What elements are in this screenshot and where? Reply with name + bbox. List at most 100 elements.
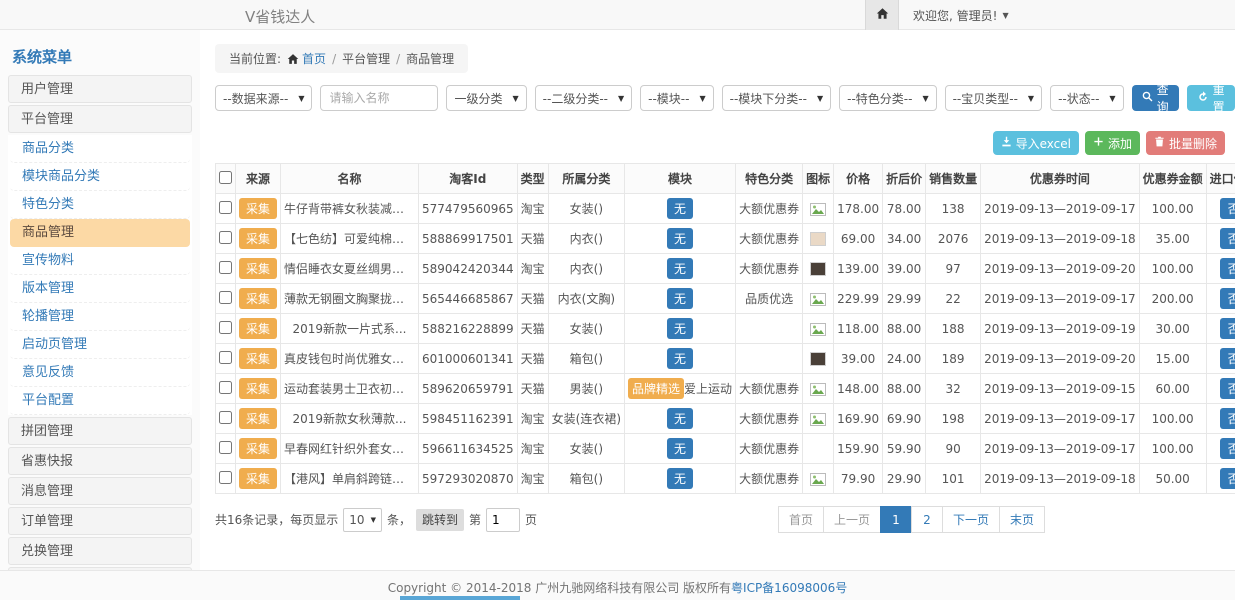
- imported-toggle[interactable]: 否: [1220, 288, 1235, 309]
- jump-button[interactable]: 跳转到: [416, 509, 464, 531]
- imported-toggle[interactable]: 否: [1220, 348, 1235, 369]
- row-checkbox[interactable]: [219, 201, 232, 214]
- icp-link[interactable]: 粤ICP备16098006号: [731, 581, 847, 595]
- product-name: 牛仔背带裤女秋装减龄...: [281, 194, 419, 224]
- sidebar-item-6[interactable]: 宣传物料: [10, 247, 190, 275]
- reset-button[interactable]: 重置: [1187, 85, 1235, 111]
- sidebar-item-15[interactable]: 订单管理: [8, 507, 192, 535]
- level1-category-select[interactable]: 一级分类▼: [446, 85, 526, 111]
- coupon-time: 2019-09-13—2019-09-15: [981, 374, 1139, 404]
- sidebar-item-9[interactable]: 启动页管理: [10, 331, 190, 359]
- sidebar-item-16[interactable]: 兑换管理: [8, 537, 192, 565]
- coupon-amount: 100.00: [1139, 404, 1206, 434]
- select-all-checkbox[interactable]: [219, 171, 232, 184]
- product-category: 女装(): [548, 434, 624, 464]
- sidebar-item-10[interactable]: 意见反馈: [10, 359, 190, 387]
- chevron-down-icon: ▼: [618, 94, 624, 103]
- row-checkbox[interactable]: [219, 351, 232, 364]
- sales-count: 90: [926, 434, 981, 464]
- module-sub-category-select[interactable]: --模块下分类--▼: [722, 85, 831, 111]
- product-category: 内衣(文胸): [548, 284, 624, 314]
- jump-page-input[interactable]: [486, 508, 520, 532]
- source-badge: 采集: [239, 468, 277, 489]
- product-name: 薄款无钢圈文胸聚拢性...: [281, 284, 419, 314]
- column-header: 进口优选: [1206, 164, 1235, 194]
- sidebar-item-13[interactable]: 省惠快报: [8, 447, 192, 475]
- home-button[interactable]: [865, 0, 899, 30]
- discount-price: 34.00: [883, 224, 926, 254]
- table-row: 采集【七色纺】可爱纯棉家...588869917501天猫内衣()无大额优惠券6…: [216, 224, 1235, 254]
- sidebar-item-7[interactable]: 版本管理: [10, 275, 190, 303]
- sidebar-item-12[interactable]: 拼团管理: [8, 417, 192, 445]
- price: 169.90: [834, 404, 883, 434]
- feature-category-select[interactable]: --特色分类--▼: [839, 85, 936, 111]
- imported-toggle[interactable]: 否: [1220, 318, 1235, 339]
- row-checkbox[interactable]: [219, 381, 232, 394]
- add-button[interactable]: 添加: [1085, 131, 1140, 155]
- user-menu[interactable]: 欢迎您, 管理员! ▼: [913, 7, 1009, 24]
- sidebar-item-3[interactable]: 模块商品分类: [10, 163, 190, 191]
- product-type: 淘宝: [517, 404, 548, 434]
- taoke-id: 596611634525: [419, 434, 518, 464]
- image-icon: [810, 323, 826, 336]
- product-type: 天猫: [517, 374, 548, 404]
- sidebar-item-2[interactable]: 商品分类: [10, 135, 190, 163]
- copyright-text: Copyright © 2014-2018 广州九驰网络科技有限公司 版权所有: [388, 581, 731, 595]
- data-source-select[interactable]: --数据来源--▼: [215, 85, 312, 111]
- page-size-select[interactable]: 10▼: [343, 508, 382, 532]
- product-thumbnail: [810, 232, 826, 246]
- page-button-首页[interactable]: 首页: [778, 506, 824, 533]
- sidebar-item-0[interactable]: 用户管理: [8, 75, 192, 103]
- imported-toggle[interactable]: 否: [1220, 378, 1235, 399]
- price: 39.00: [834, 344, 883, 374]
- page-button-末页[interactable]: 末页: [999, 506, 1045, 533]
- row-checkbox[interactable]: [219, 321, 232, 334]
- sidebar-item-14[interactable]: 消息管理: [8, 477, 192, 505]
- batch-delete-button[interactable]: 批量删除: [1146, 131, 1225, 155]
- page-button-下一页[interactable]: 下一页: [942, 506, 1000, 533]
- page-button-1[interactable]: 1: [880, 506, 912, 533]
- row-checkbox[interactable]: [219, 261, 232, 274]
- status-select[interactable]: --状态--▼: [1050, 85, 1123, 111]
- imported-toggle[interactable]: 否: [1220, 228, 1235, 249]
- search-button[interactable]: 查询: [1132, 85, 1179, 111]
- row-checkbox[interactable]: [219, 471, 232, 484]
- feature-category: [736, 344, 803, 374]
- sidebar-item-1[interactable]: 平台管理: [8, 105, 192, 133]
- imported-toggle[interactable]: 否: [1220, 468, 1235, 489]
- level2-category-select[interactable]: --二级分类--▼: [535, 85, 632, 111]
- imported-toggle[interactable]: 否: [1220, 198, 1235, 219]
- sidebar-item-5[interactable]: 商品管理: [10, 219, 190, 247]
- module-select[interactable]: --模块--▼: [640, 85, 713, 111]
- breadcrumb-home-link[interactable]: 首页: [287, 50, 326, 67]
- row-checkbox[interactable]: [219, 411, 232, 424]
- product-name: 2019新款女秋薄款...: [281, 404, 419, 434]
- page-buttons: 首页上一页12下一页末页: [779, 506, 1045, 533]
- imported-toggle[interactable]: 否: [1220, 408, 1235, 429]
- row-checkbox[interactable]: [219, 441, 232, 454]
- name-input[interactable]: [320, 85, 438, 111]
- trash-icon: [1154, 136, 1165, 150]
- sidebar-item-4[interactable]: 特色分类: [10, 191, 190, 219]
- imported-toggle[interactable]: 否: [1220, 438, 1235, 459]
- chevron-down-icon: ▼: [699, 94, 705, 103]
- row-checkbox[interactable]: [219, 291, 232, 304]
- page-button-2[interactable]: 2: [911, 506, 943, 533]
- coupon-amount: 50.00: [1139, 464, 1206, 494]
- row-checkbox[interactable]: [219, 231, 232, 244]
- module-badge: 无: [667, 288, 693, 309]
- coupon-time: 2019-09-13—2019-09-17: [981, 434, 1139, 464]
- sidebar-item-8[interactable]: 轮播管理: [10, 303, 190, 331]
- sales-count: 97: [926, 254, 981, 284]
- pagination: 共16条记录，每页显示 10▼ 条， 跳转到 第 页 首页上一页12下一页末页: [215, 506, 1225, 533]
- table-row: 采集运动套装男士卫衣初秋...589620659791天猫男装()品牌精选爱上运…: [216, 374, 1235, 404]
- feature-category: 大额优惠券: [736, 434, 803, 464]
- import-excel-button[interactable]: 导入excel: [993, 131, 1079, 155]
- imported-toggle[interactable]: 否: [1220, 258, 1235, 279]
- page-button-上一页[interactable]: 上一页: [823, 506, 881, 533]
- item-type-select[interactable]: --宝贝类型--▼: [945, 85, 1042, 111]
- discount-price: 88.00: [883, 374, 926, 404]
- sidebar-item-11[interactable]: 平台配置: [10, 387, 190, 415]
- product-type: 淘宝: [517, 464, 548, 494]
- sidebar-menu: 用户管理平台管理商品分类模块商品分类特色分类商品管理宣传物料版本管理轮播管理启动…: [8, 75, 192, 570]
